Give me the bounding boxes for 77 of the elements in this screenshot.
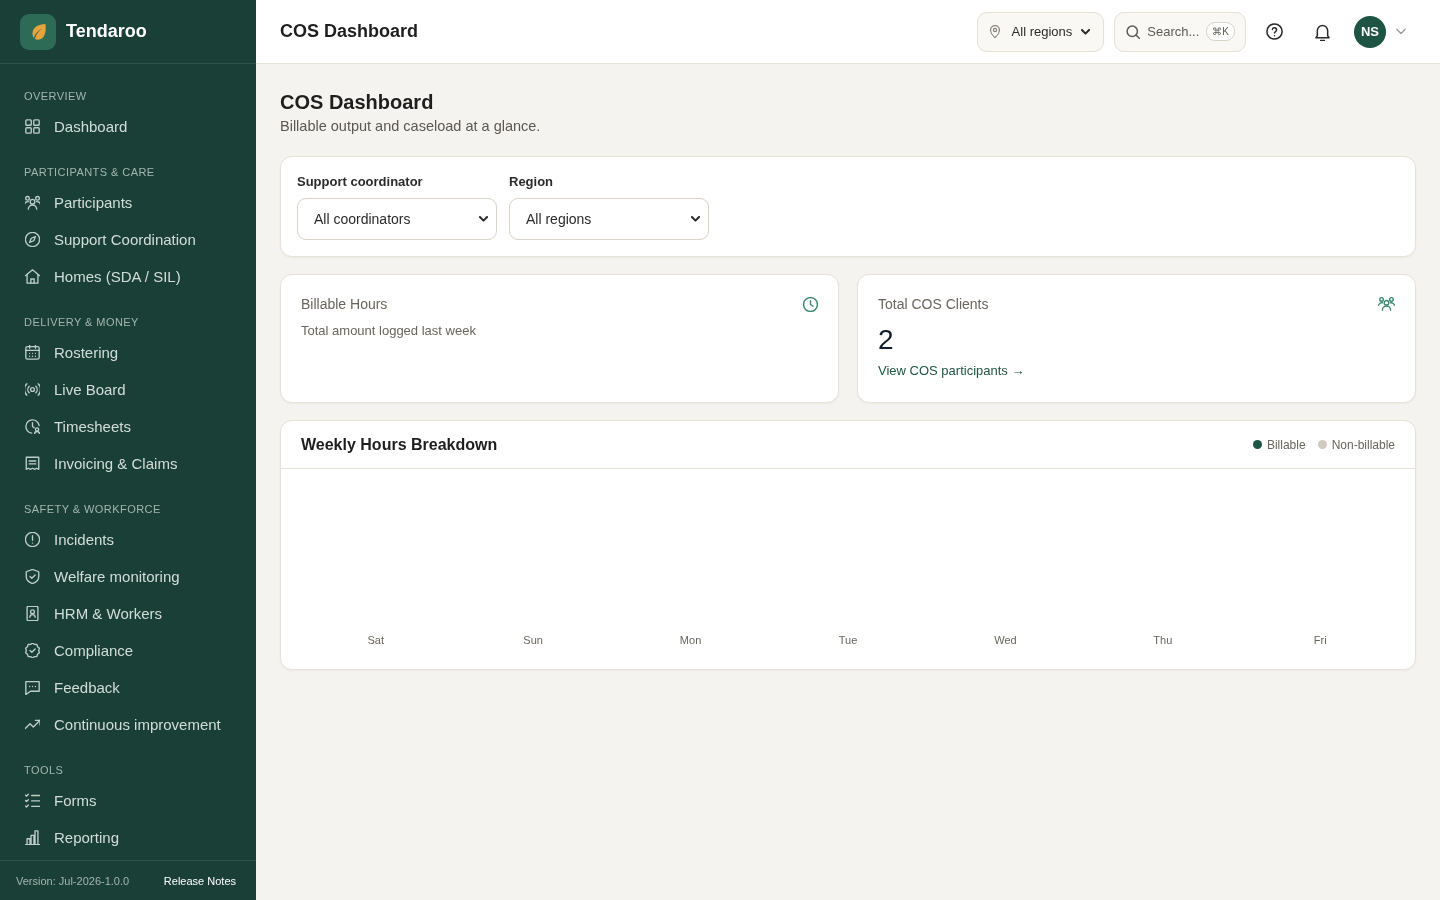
clock-user-icon (25, 419, 40, 434)
section-heading: TOOLS (24, 763, 64, 777)
day-label: Sun (523, 633, 543, 647)
search-icon (1126, 24, 1141, 39)
region-picker[interactable]: All regions (976, 11, 1105, 52)
nav-item[interactable]: Reporting (0, 819, 256, 856)
nav-item[interactable]: Incidents (0, 521, 256, 558)
day-label: Sat (367, 633, 384, 647)
user-avatar[interactable]: NS (1354, 15, 1386, 48)
chevron-down-icon (691, 216, 700, 222)
clock-icon (803, 296, 818, 312)
stat-title: Billable Hours (301, 295, 388, 313)
nav-item[interactable]: Live Board (0, 371, 256, 408)
trend-icon (25, 717, 40, 732)
page-title: COS Dashboard (280, 21, 419, 42)
house-icon (25, 269, 40, 284)
nav-item[interactable]: Welfare monitoring (0, 558, 256, 595)
nav-item[interactable]: Continuous improvement (0, 706, 256, 743)
users-icon (1378, 297, 1395, 311)
section-heading: OVERVIEW (24, 89, 87, 103)
chevron-down-icon (1081, 28, 1091, 35)
stat-description: Total amount logged last week (301, 323, 476, 339)
shortcut-hint: ⌘K (1206, 22, 1235, 41)
badge-check-icon (25, 643, 40, 658)
nav-item[interactable]: Forms (0, 782, 256, 819)
day-label: Tue (838, 633, 858, 647)
bell-icon (1314, 22, 1330, 41)
release-notes-link[interactable]: Release Notes (163, 874, 236, 887)
filter-label: Region (509, 173, 554, 191)
map-pin-icon (989, 25, 1000, 38)
nav-item[interactable]: Homes (SDA / SIL) (0, 258, 256, 295)
chart-title: Weekly Hours Breakdown (301, 435, 498, 454)
page-subheading: Billable output and caseload at a glance. (280, 117, 542, 136)
section-heading: PARTICIPANTS & CARE (24, 165, 155, 179)
section-heading: DELIVERY & MONEY (24, 315, 139, 329)
chat-icon (25, 680, 40, 695)
alert-icon (25, 532, 40, 547)
stat-value: 2 (878, 324, 894, 356)
nav-item[interactable]: Rostering (0, 334, 256, 371)
compass-icon (25, 232, 40, 247)
filter-label: Support coordinator (297, 173, 423, 191)
filter-select[interactable]: All coordinators (297, 198, 497, 240)
day-label: Mon (679, 633, 702, 647)
day-label: Fri (1313, 633, 1327, 647)
nav-item[interactable]: Invoicing & Claims (0, 445, 256, 482)
id-badge-icon (25, 606, 40, 621)
shield-check-icon (25, 569, 40, 584)
nav-item[interactable]: Feedback (0, 669, 256, 706)
chevron-down-icon[interactable] (1395, 28, 1407, 35)
section-heading: SAFETY & WORKFORCE (24, 502, 161, 516)
checklist-icon (25, 793, 40, 808)
users-icon (25, 195, 40, 210)
leaf-logo-icon (20, 13, 56, 50)
legend-label: Non-billable (1331, 437, 1395, 452)
search-button[interactable]: Search... ⌘K (1114, 11, 1246, 52)
legend-label: Billable (1266, 437, 1306, 452)
bar-chart-icon (25, 830, 40, 845)
broadcast-icon (25, 382, 40, 397)
help-icon (1265, 23, 1283, 40)
calendar-icon (25, 345, 40, 360)
nav-item[interactable]: Support Coordination (0, 221, 256, 258)
filter-select[interactable]: All regions (509, 198, 709, 240)
nav-item[interactable]: Timesheets (0, 408, 256, 445)
version-text: Version: Jul-2026-1.0.0 (16, 874, 130, 887)
day-label: Thu (1153, 633, 1173, 647)
stat-title: Total COS Clients (878, 295, 989, 313)
grid-icon (25, 119, 40, 134)
nav-item[interactable]: Compliance (0, 632, 256, 669)
nav-item[interactable]: HRM & Workers (0, 595, 256, 632)
view-participants-link[interactable]: View COS participants → (878, 362, 1025, 380)
page-heading: COS Dashboard (280, 90, 435, 115)
nav-item[interactable]: Dashboard (0, 108, 256, 145)
nav-item[interactable]: Participants (0, 184, 256, 221)
receipt-icon (25, 456, 40, 471)
chevron-down-icon (479, 216, 488, 222)
day-label: Wed (994, 633, 1017, 647)
brand-name: Tendaroo (66, 21, 147, 42)
